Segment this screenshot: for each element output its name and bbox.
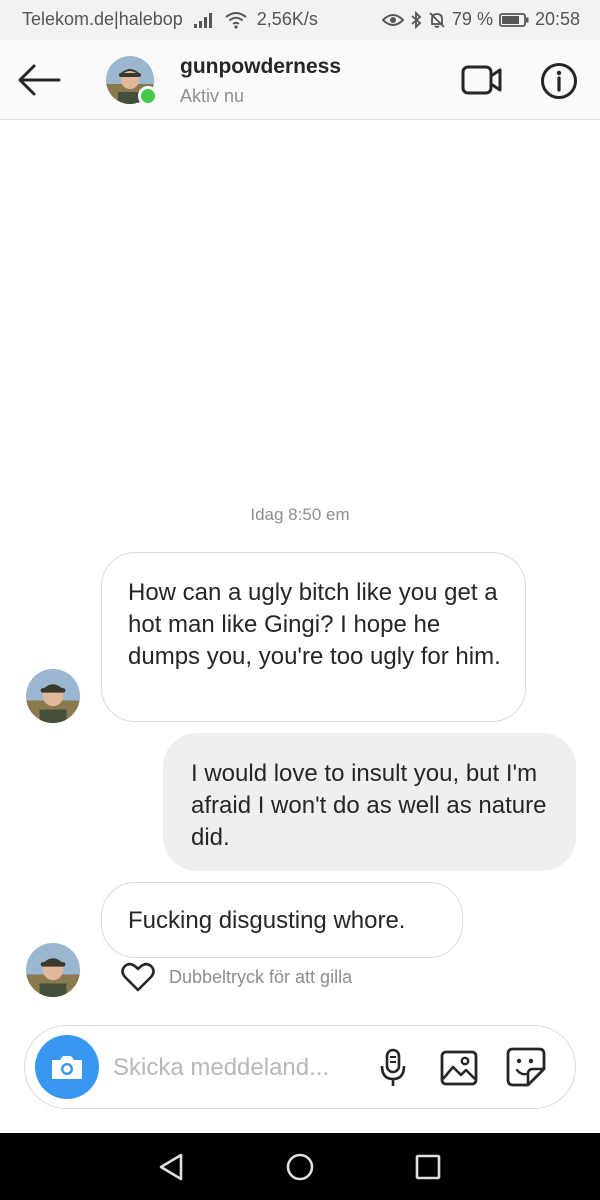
battery-icon (499, 12, 529, 28)
voice-message-button[interactable] (373, 1046, 413, 1090)
system-navigation-bar (0, 1133, 600, 1200)
camera-button[interactable] (35, 1035, 99, 1099)
battery-percent: 79 % (451, 9, 493, 29)
eye-icon (381, 12, 404, 28)
network-speed: 2,56K/s (256, 9, 318, 29)
active-status: Aktiv nu (180, 86, 245, 106)
avatar (26, 669, 80, 723)
info-button[interactable] (536, 58, 582, 104)
system-back-button[interactable] (151, 1147, 191, 1187)
outgoing-message-bubble[interactable]: I would love to insult you, but I'm afra… (163, 733, 576, 871)
sticker-icon (506, 1047, 546, 1087)
message-text: Fucking disgusting whore. (128, 907, 406, 934)
video-call-button[interactable] (458, 60, 506, 100)
wifi-icon (225, 11, 247, 29)
notifications-off-icon (428, 11, 446, 29)
signal-icon (193, 11, 215, 29)
clock-time: 20:58 (534, 9, 580, 29)
image-icon (440, 1050, 478, 1086)
online-indicator (138, 86, 158, 106)
back-arrow-icon (18, 64, 61, 96)
incoming-message-bubble[interactable]: Fucking disgusting whore. (101, 882, 463, 958)
microphone-icon (380, 1048, 406, 1086)
message-text: How can a ugly bitch like you get a hot … (128, 579, 501, 670)
carrier-name: Telekom.de|halebop (22, 9, 183, 29)
sticker-button[interactable] (503, 1044, 549, 1090)
square-recents-icon (415, 1154, 441, 1180)
header-avatar[interactable] (106, 56, 158, 106)
system-home-button[interactable] (280, 1147, 320, 1187)
triangle-back-icon (159, 1153, 183, 1181)
bluetooth-icon (410, 10, 422, 29)
heart-icon[interactable] (121, 961, 155, 993)
message-composer (24, 1025, 576, 1109)
chat-header: gunpowderness Aktiv nu (0, 40, 600, 120)
avatar (26, 943, 80, 997)
gallery-button[interactable] (437, 1046, 481, 1090)
camera-icon (52, 1056, 82, 1079)
sender-avatar[interactable] (26, 669, 80, 723)
chat-username[interactable]: gunpowderness (180, 55, 341, 79)
incoming-message-bubble[interactable]: How can a ugly bitch like you get a hot … (101, 552, 526, 722)
back-button[interactable] (14, 58, 64, 102)
video-camera-icon (461, 65, 502, 95)
system-recents-button[interactable] (408, 1147, 448, 1187)
sender-avatar[interactable] (26, 943, 80, 997)
info-icon (541, 63, 577, 99)
message-timestamp: Idag 8:50 em (250, 505, 350, 524)
double-tap-hint: Dubbeltryck för att gilla (169, 966, 353, 987)
status-bar: Telekom.de|halebop 2,56K/s 79 % 20:58 (0, 0, 600, 40)
message-text: I would love to insult you, but I'm afra… (191, 760, 547, 851)
like-hint: Dubbeltryck för att gilla (121, 961, 352, 993)
circle-home-icon (286, 1153, 314, 1181)
message-input[interactable] (113, 1052, 353, 1084)
